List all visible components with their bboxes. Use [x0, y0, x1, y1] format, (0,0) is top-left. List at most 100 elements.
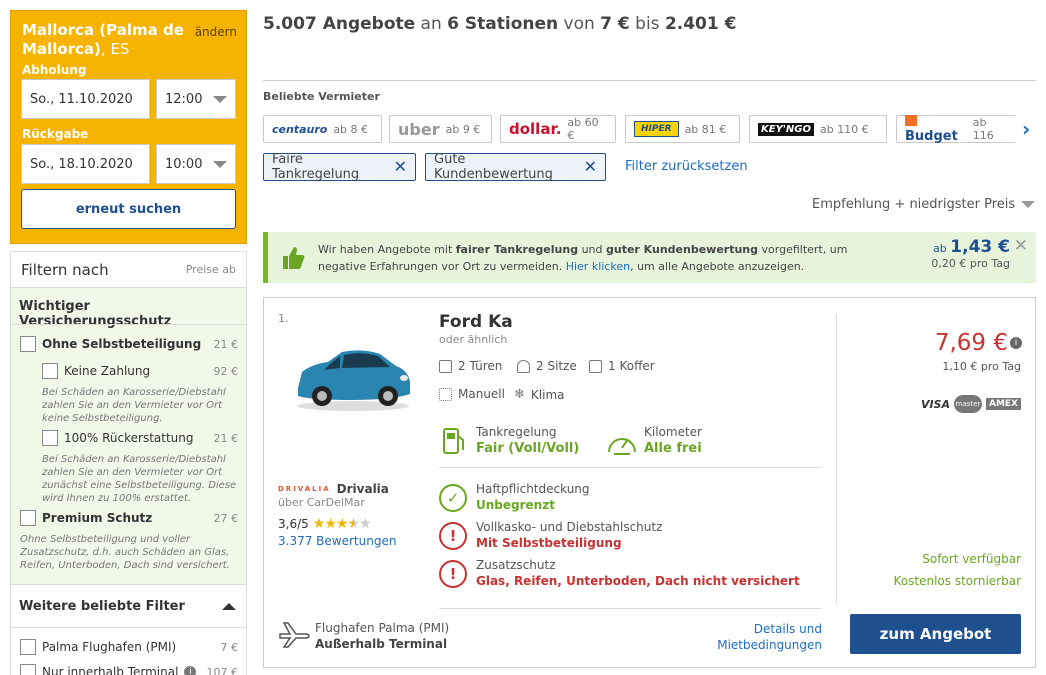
- cancellation: Kostenlos stornierbar: [893, 574, 1021, 588]
- reset-filters-link[interactable]: Filter zurücksetzen: [625, 159, 748, 174]
- divider: [836, 314, 837, 605]
- rating: 3,6/5 ★★★★★: [278, 516, 372, 532]
- info-icon[interactable]: i: [1010, 337, 1022, 349]
- vendor-uber[interactable]: uber ab 9 €: [389, 115, 492, 143]
- divider: [439, 608, 822, 609]
- offer-per-day: 1,10 € pro Tag: [942, 360, 1021, 373]
- more-filters-title: Weitere beliebte Filter: [19, 598, 185, 614]
- warning-circle-icon: !: [439, 522, 467, 550]
- filter-palma-flughafen[interactable]: Palma Flughafen (PMI) 7 €: [20, 639, 238, 655]
- more-filters-header[interactable]: Weitere beliebte Filter: [11, 584, 246, 628]
- chevron-down-icon: [213, 160, 227, 168]
- info-icon[interactable]: i: [184, 666, 197, 675]
- seats-feature: 2 Sitze: [517, 359, 577, 373]
- fuel-value: Fair (Voll/Voll): [476, 441, 580, 456]
- chevron-down-icon: [1021, 201, 1036, 208]
- km-label: Kilometer: [644, 425, 702, 439]
- filter-rueckerstattung[interactable]: 100% Rückerstattung 21 €: [42, 430, 238, 446]
- amex-icon: AMEX: [985, 398, 1021, 410]
- checkbox[interactable]: [20, 510, 36, 526]
- pickup-label: Abholung: [22, 63, 87, 77]
- results-summary: 5.007 Angebote an 6 Stationen von 7 € bi…: [263, 14, 737, 34]
- suitcase-icon: [589, 359, 602, 373]
- vendor-centauro[interactable]: centauro ab 8 €: [263, 115, 382, 143]
- liability-label: Haftpflichtdeckung: [476, 482, 590, 496]
- chevron-right-icon[interactable]: ›: [1022, 117, 1030, 141]
- filter-note: Ohne Selbstbeteiligung und voller Zusatz…: [20, 534, 230, 571]
- supplier-logo: DRIVALIA Drivalia: [278, 482, 389, 496]
- luggage-feature: 1 Koffer: [589, 359, 655, 373]
- checkbox[interactable]: [20, 664, 36, 675]
- cdw-value: Mit Selbstbeteiligung: [476, 536, 622, 550]
- filter-keine-zahlung[interactable]: Keine Zahlung 92 €: [42, 363, 238, 379]
- mastercard-icon: master: [953, 395, 982, 413]
- star-rating-icon: ★★★★★: [312, 516, 372, 532]
- filter-premium-schutz[interactable]: Premium Schutz 27 €: [20, 510, 238, 526]
- vendor-keyngo[interactable]: KEY'NGO ab 110 €: [749, 115, 887, 143]
- checkbox[interactable]: [20, 639, 36, 655]
- thumbs-up-icon: [283, 247, 305, 269]
- fuel-pump-icon: [443, 428, 464, 454]
- airplane-icon: [279, 622, 310, 648]
- speedometer-icon: [608, 438, 636, 455]
- vendor-dollar[interactable]: dollar. ab 60 €: [500, 115, 616, 143]
- banner-price: ab 1,43 € 0,20 € pro Tag: [931, 237, 1010, 270]
- door-icon: [439, 359, 452, 373]
- extra-value: Glas, Reifen, Unterboden, Dach nicht ver…: [476, 574, 800, 588]
- pickup-date-field[interactable]: So., 11.10.2020: [21, 79, 150, 119]
- checkbox[interactable]: [42, 430, 58, 446]
- active-filter-chip[interactable]: Faire Tankregelung ✕: [263, 152, 416, 182]
- to-offer-button[interactable]: zum Angebot: [850, 614, 1021, 654]
- active-filter-chip[interactable]: Gute Kundenbewertung ✕: [425, 152, 606, 182]
- filter-nur-terminal[interactable]: Nur innerhalb Terminal i 107 €: [20, 664, 238, 675]
- details-link[interactable]: Details und Mietbedingungen: [704, 621, 822, 653]
- sort-select[interactable]: Empfehlung + niedrigster Preis: [812, 197, 1036, 212]
- supplier-via: über CarDelMar: [278, 496, 365, 509]
- checkbox[interactable]: [20, 336, 36, 352]
- filter-note: Bei Schäden an Karosserie/Diebstahl zahl…: [42, 387, 226, 424]
- extra-label: Zusatzschutz: [476, 558, 556, 572]
- checkbox[interactable]: [42, 363, 58, 379]
- resubmit-search-button[interactable]: erneut suchen: [21, 189, 236, 229]
- car-similar: oder ähnlich: [439, 333, 508, 346]
- chevron-down-icon: [213, 95, 227, 103]
- vendors-title: Beliebte Vermieter: [263, 90, 380, 103]
- banner-text: Wir haben Angebote mit fairer Tankregelu…: [318, 243, 848, 273]
- show-all-link[interactable]: Hier klicken: [566, 260, 630, 273]
- vendor-hiper[interactable]: HIPER ab 81 €: [625, 115, 740, 143]
- close-icon[interactable]: ✕: [584, 159, 597, 175]
- prices-label: Preise ab: [185, 263, 236, 276]
- ac-feature: ❄ Klima: [514, 387, 565, 402]
- cdw-label: Vollkasko- und Diebstahlschutz: [476, 520, 663, 534]
- filter-info-banner: Wir haben Angebote mit fairer Tankregelu…: [263, 232, 1036, 283]
- liability-value: Unbegrenzt: [476, 498, 555, 512]
- pickup-time-select[interactable]: 12:00: [156, 79, 236, 119]
- filter-note: Bei Schäden an Karosserie/Diebstahl zahl…: [42, 454, 237, 504]
- filter-ohne-selbstbeteiligung[interactable]: Ohne Selbstbeteiligung 21 €: [20, 336, 238, 352]
- filter-title: Filtern nach: [21, 260, 109, 279]
- doors-feature: 2 Türen: [439, 359, 502, 373]
- return-label: Rückgabe: [22, 127, 89, 141]
- insurance-filter-section: Wichtiger Versicherungsschutz Ohne Selbs…: [11, 288, 246, 584]
- divider: [439, 467, 822, 468]
- km-value: Alle frei: [644, 441, 702, 456]
- transmission-feature: Manuell: [439, 387, 505, 401]
- vendor-budget[interactable]: Budget ab 116: [896, 115, 1016, 144]
- return-date-field[interactable]: So., 18.10.2020: [21, 144, 150, 184]
- warning-circle-icon: !: [439, 560, 467, 588]
- close-icon[interactable]: ✕: [1014, 236, 1028, 256]
- change-location-link[interactable]: ändern: [195, 25, 237, 39]
- availability: Sofort verfügbar: [922, 552, 1021, 566]
- filter-header: Filtern nach Preise ab: [11, 252, 246, 288]
- location-text: Mallorca (Palma de Mallorca), ES: [22, 21, 184, 58]
- offer-price: 7,69 €: [934, 330, 1008, 356]
- return-time-select[interactable]: 10:00: [156, 144, 236, 184]
- car-name: Ford Ka: [439, 312, 513, 332]
- check-circle-icon: ✓: [439, 484, 467, 512]
- reviews-link[interactable]: 3.377 Bewertungen: [278, 534, 396, 548]
- search-box: Mallorca (Palma de Mallorca), ES ändern …: [10, 10, 247, 244]
- filter-panel: Filtern nach Preise ab Wichtiger Versich…: [10, 251, 247, 675]
- close-icon[interactable]: ✕: [394, 159, 407, 175]
- offer-rank: 1.: [278, 312, 289, 325]
- chevron-up-icon[interactable]: [222, 602, 236, 610]
